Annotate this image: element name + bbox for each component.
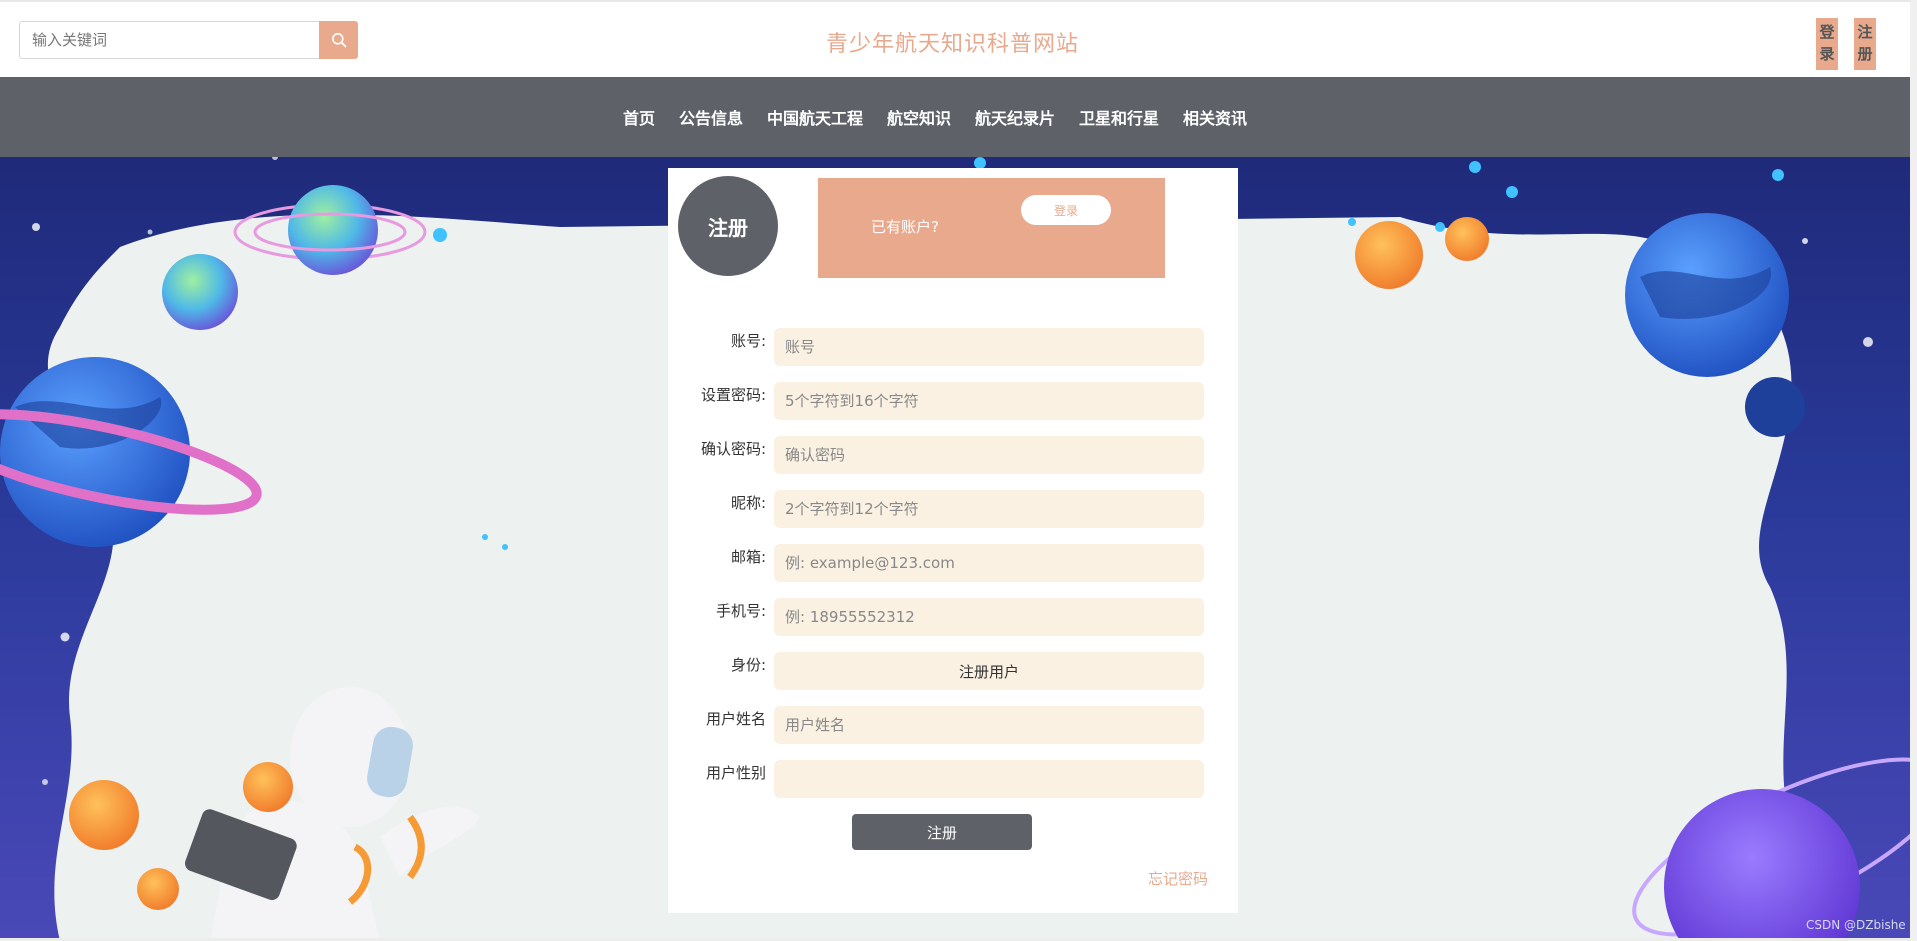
- register-card: 注册 已有账户? 登录 账号: 设置密码: 确认密码: 昵称: 邮箱: 手机号:…: [668, 168, 1238, 913]
- login-button[interactable]: 登录: [1021, 195, 1111, 225]
- field-phone-label: 手机号:: [715, 602, 766, 620]
- field-real-name-label: 用户姓名: [705, 710, 766, 728]
- field-password: 设置密码:: [668, 382, 1238, 420]
- field-account: 账号:: [668, 328, 1238, 366]
- nav-item-related-news[interactable]: 相关资讯: [1171, 105, 1259, 129]
- email-input[interactable]: [774, 544, 1204, 582]
- search-button[interactable]: [319, 21, 358, 59]
- header-login-label: 登录: [1819, 24, 1835, 63]
- field-account-label: 账号:: [730, 332, 766, 350]
- nav-item-home[interactable]: 首页: [611, 105, 667, 129]
- header-register-button[interactable]: 注册: [1854, 18, 1876, 70]
- search-icon: [331, 33, 346, 48]
- watermark: CSDN @DZbishe: [1806, 918, 1906, 932]
- field-gender: 用户性别: [668, 760, 1238, 798]
- password-input[interactable]: [774, 382, 1204, 420]
- phone-input[interactable]: [774, 598, 1204, 636]
- nickname-input[interactable]: [774, 490, 1204, 528]
- site-title: 青少年航天知识科普网站: [825, 32, 1079, 57]
- have-account-text: 已有账户?: [871, 218, 939, 236]
- field-confirm-password: 确认密码:: [668, 436, 1238, 474]
- confirm-password-input[interactable]: [774, 436, 1204, 474]
- gender-input[interactable]: [774, 760, 1204, 798]
- role-select[interactable]: 注册用户: [774, 652, 1204, 690]
- field-phone: 手机号:: [668, 598, 1238, 636]
- field-confirm-password-label: 确认密码:: [700, 440, 766, 458]
- nav-item-announcements[interactable]: 公告信息: [667, 105, 755, 129]
- field-real-name: 用户姓名: [668, 706, 1238, 744]
- nav-item-aviation-knowledge[interactable]: 航空知识: [875, 105, 963, 129]
- register-badge: 注册: [678, 176, 778, 276]
- field-password-label: 设置密码:: [700, 386, 766, 404]
- field-email: 邮箱:: [668, 544, 1238, 582]
- account-input[interactable]: [774, 328, 1204, 366]
- field-role: 身份: 注册用户: [668, 652, 1238, 690]
- header-login-button[interactable]: 登录: [1816, 18, 1838, 70]
- scrollbar[interactable]: [1910, 0, 1917, 941]
- forgot-password-link[interactable]: 忘记密码: [1148, 868, 1208, 889]
- field-nickname: 昵称:: [668, 490, 1238, 528]
- field-gender-label: 用户性别: [705, 764, 766, 782]
- search-input[interactable]: [19, 21, 319, 59]
- field-nickname-label: 昵称:: [730, 494, 766, 512]
- submit-register-button[interactable]: 注册: [852, 814, 1032, 850]
- field-email-label: 邮箱:: [730, 548, 766, 566]
- have-account-banner: 已有账户? 登录: [818, 178, 1165, 278]
- header: 青少年航天知识科普网站 登录 注册: [0, 2, 1910, 77]
- field-role-label: 身份:: [730, 656, 766, 674]
- main-nav: 首页 公告信息 中国航天工程 航空知识 航天纪录片 卫星和行星 相关资讯: [0, 77, 1910, 157]
- nav-item-china-aerospace[interactable]: 中国航天工程: [755, 105, 875, 129]
- nav-item-documentaries[interactable]: 航天纪录片: [963, 105, 1067, 129]
- nav-item-satellites-planets[interactable]: 卫星和行星: [1067, 105, 1171, 129]
- real-name-input[interactable]: [774, 706, 1204, 744]
- header-register-label: 注册: [1857, 24, 1873, 63]
